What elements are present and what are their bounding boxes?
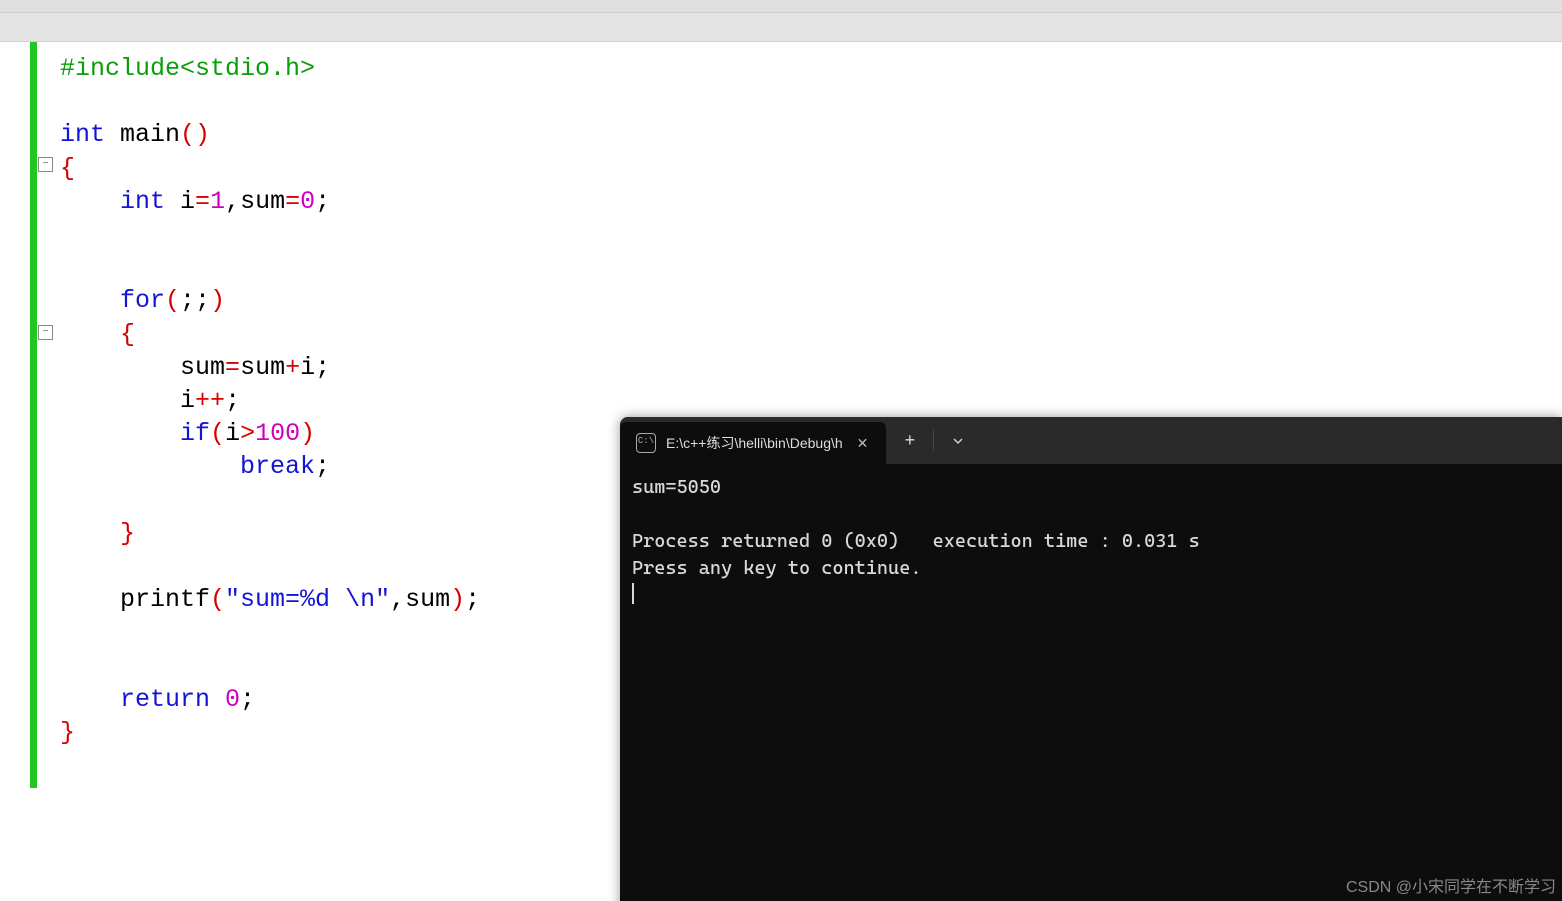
terminal-cursor: [632, 583, 634, 604]
fold-toggle-for[interactable]: −: [38, 325, 53, 340]
op: =: [195, 187, 210, 216]
terminal-tab-title: E:\c++练习\helli\bin\Debug\h: [666, 433, 843, 453]
paren: ): [300, 419, 315, 448]
kw-if: if: [180, 419, 210, 448]
terminal-output[interactable]: sum=5050 Process returned 0 (0x0) execut…: [620, 464, 1562, 619]
op: =: [225, 353, 240, 382]
num: 0: [210, 685, 240, 714]
kw-return: return: [120, 685, 210, 714]
top-toolbar-strip: [0, 0, 1562, 13]
paren: (: [180, 120, 195, 149]
id: ,sum: [390, 585, 450, 614]
editor-gutter: [0, 42, 34, 901]
paren: ): [210, 286, 225, 315]
id: ,sum: [225, 187, 285, 216]
semi: ;: [225, 386, 240, 415]
semi: ;: [240, 685, 255, 714]
preprocessor-line: #include<stdio.h>: [60, 54, 315, 83]
paren: ): [195, 120, 210, 149]
op: =: [285, 187, 300, 216]
brace: {: [60, 154, 75, 183]
id: sum: [180, 353, 225, 382]
id: i: [180, 386, 195, 415]
chevron-down-icon: [952, 435, 964, 447]
output-line: sum=5050: [632, 476, 721, 498]
toolbar-spacer: [0, 13, 1562, 42]
terminal-titlebar[interactable]: C:\ E:\c++练习\helli\bin\Debug\h ✕ +: [620, 417, 1562, 464]
num: 1: [210, 187, 225, 216]
terminal-tab[interactable]: C:\ E:\c++练习\helli\bin\Debug\h ✕: [620, 422, 886, 464]
kw-int: int: [120, 187, 165, 216]
brace: {: [120, 320, 135, 349]
paren: (: [210, 419, 225, 448]
semi: ;: [315, 452, 330, 481]
fold-toggle-main[interactable]: −: [38, 157, 53, 172]
change-marker-bar: [30, 42, 37, 788]
paren: ): [450, 585, 465, 614]
tab-dropdown-button[interactable]: [934, 417, 981, 464]
paren: (: [210, 585, 225, 614]
kw-for: for: [120, 286, 165, 315]
op: ++: [195, 386, 225, 415]
num: 100: [255, 419, 300, 448]
id-main: main: [105, 120, 180, 149]
semi: ;: [315, 353, 330, 382]
cmd-icon: C:\: [636, 433, 656, 453]
id: i: [300, 353, 315, 382]
brace: }: [120, 519, 135, 548]
kw-break: break: [240, 452, 315, 481]
output-line: Press any key to continue.: [632, 557, 921, 579]
semi: ;: [465, 585, 480, 614]
code-editor[interactable]: − − #include<stdio.h> int main() { int i…: [0, 42, 1562, 901]
id: sum: [240, 353, 285, 382]
paren: (: [165, 286, 180, 315]
op: >: [240, 419, 255, 448]
close-tab-button[interactable]: ✕: [853, 435, 873, 452]
kw-int: int: [60, 120, 105, 149]
id-printf: printf: [120, 585, 210, 614]
string: "sum=%d \n": [225, 585, 390, 614]
semi: ;;: [180, 286, 210, 315]
output-line: Process returned 0 (0x0) execution time …: [632, 530, 1200, 552]
semi: ;: [315, 187, 330, 216]
terminal-window[interactable]: C:\ E:\c++练习\helli\bin\Debug\h ✕ + sum=5…: [620, 417, 1562, 901]
id: i: [165, 187, 195, 216]
watermark: CSDN @小宋同学在不断学习: [1346, 873, 1556, 897]
id: i: [225, 419, 240, 448]
op: +: [285, 353, 300, 382]
new-tab-button[interactable]: +: [886, 417, 933, 464]
num: 0: [300, 187, 315, 216]
brace: }: [60, 718, 75, 747]
